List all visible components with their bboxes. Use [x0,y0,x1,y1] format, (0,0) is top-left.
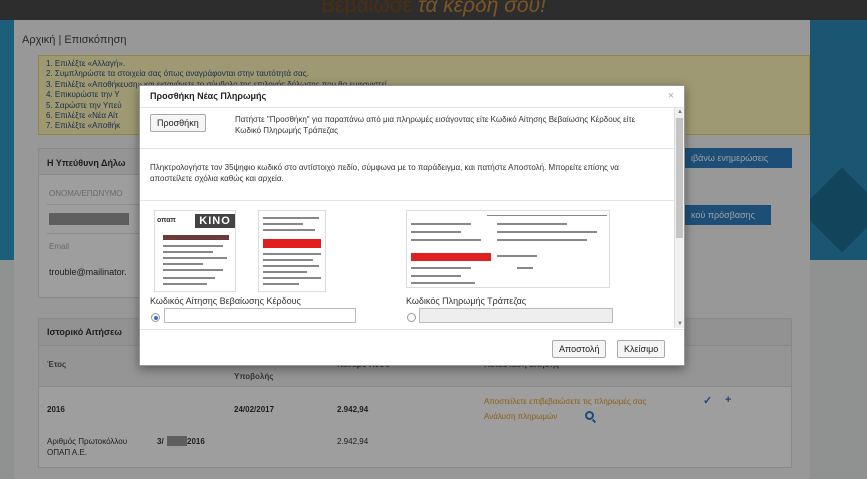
add-button[interactable]: Προσθήκη [150,114,206,132]
divider [140,148,674,149]
add-description: Πατήστε "Προσθήκη" για παραπάνω από μια … [235,115,636,135]
scroll-down-icon[interactable]: ▼ [677,321,683,327]
opap-logo: οπαπ [157,217,176,224]
modal-body: Προσθήκη Πατήστε "Προσθήκη" για παραπάνω… [140,108,674,328]
kino-logo: KINO [195,214,235,228]
kino-receipt-image: οπαπ KINO [154,210,236,292]
code1-input[interactable] [164,308,356,323]
scroll-thumb[interactable] [676,118,683,238]
code1-radio[interactable] [151,313,160,322]
code2-label: Κωδικός Πληρωμής Τράπεζας [406,296,527,306]
divider [140,200,674,201]
close-button[interactable]: Κλείσιμο [617,340,666,358]
send-button[interactable]: Αποστολή [552,340,607,358]
add-payment-modal: Προσθήκη Νέας Πληρωμής × Προσθήκη Πατήστ… [139,85,685,366]
bank-statement-image [406,210,610,288]
winnings-slip-image [258,210,326,292]
code1-label: Κωδικός Αίτησης Βεβαίωσης Κέρδους [150,296,301,306]
modal-footer: Αποστολή Κλείσιμο [140,329,684,366]
code2-radio[interactable] [407,313,416,322]
instructions-text: Πληκτρολογήστε τον 35ψηφιο κωδικό στο αν… [150,163,619,183]
close-icon[interactable]: × [668,90,674,102]
modal-header: Προσθήκη Νέας Πληρωμής × [140,86,684,108]
modal-scrollbar[interactable]: ▲ ▼ [674,108,684,328]
modal-title: Προσθήκη Νέας Πληρωμής [150,91,267,101]
scroll-up-icon[interactable]: ▲ [677,109,683,115]
code2-input[interactable] [419,308,613,323]
